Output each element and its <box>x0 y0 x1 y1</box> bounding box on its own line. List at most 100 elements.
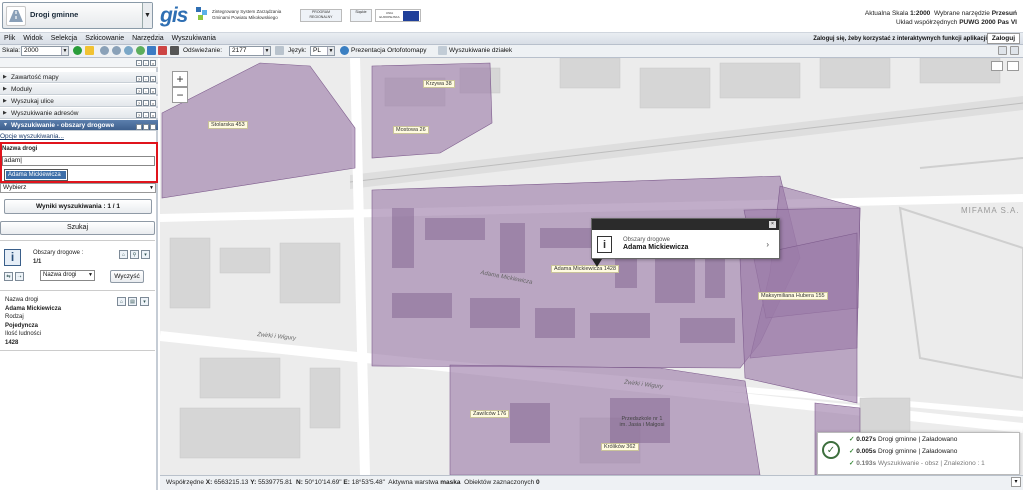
search-options-link[interactable]: Opcje wyszukiwania... <box>0 133 64 140</box>
suggestion-item[interactable]: Adama Mickiewicza <box>6 171 66 179</box>
table-icon[interactable]: ▤ <box>128 297 137 306</box>
field-select[interactable]: Nazwa drogi ▼ <box>40 270 95 281</box>
help-icon[interactable]: ? <box>136 124 142 130</box>
chevron-right-icon[interactable]: › <box>766 240 769 249</box>
help-icon[interactable]: ? <box>136 100 142 106</box>
minimize-icon[interactable]: − <box>136 60 142 66</box>
print-icon[interactable] <box>158 46 167 55</box>
restore-icon[interactable]: ▫ <box>143 124 149 130</box>
close-icon[interactable]: × <box>150 60 156 66</box>
login-button[interactable]: Zaloguj <box>986 33 1020 44</box>
menu-plik[interactable]: Plik <box>0 33 19 42</box>
zoom-full-icon[interactable] <box>124 46 133 55</box>
filter-select-value: Wybierz <box>3 184 27 191</box>
panel-wyszukiwanie-obszary[interactable]: ▼ Wyszukiwanie - obszary drogowe? ▫ × <box>0 120 158 131</box>
restore-icon[interactable]: ▫ <box>143 88 149 94</box>
suggestion-box: Adama Mickiewicza <box>4 169 68 181</box>
close-icon[interactable]: × <box>150 112 156 118</box>
clear-button[interactable]: Wyczyść <box>110 270 144 283</box>
zoom-in-icon[interactable] <box>100 46 109 55</box>
zoom-to-icon[interactable]: ⌂ <box>119 250 128 259</box>
restore-icon[interactable]: ▫ <box>143 60 149 66</box>
chevron-down-icon: ▼ <box>263 47 270 55</box>
slaskie-logo: Śląskie <box>350 9 372 22</box>
chevron-down-icon[interactable]: ▾ <box>141 250 150 259</box>
refresh-select[interactable]: 2177 ▼ <box>229 46 271 56</box>
ortho-button[interactable]: Prezentacja Ortofotomapy <box>351 46 427 56</box>
road-label[interactable]: Adama Mickiewicza 1428 <box>551 265 620 273</box>
chevron-down-icon: ▼ <box>61 47 68 55</box>
notification-status: Załadowano <box>921 448 958 455</box>
zoom-out-icon[interactable] <box>112 46 121 55</box>
info-icon[interactable] <box>73 46 82 55</box>
scale-select-value: 2000 <box>24 47 39 54</box>
menu-widok[interactable]: Widok <box>19 33 46 42</box>
check-icon: ✓ <box>849 448 855 455</box>
feature-popup[interactable]: × i Obszary drogowe Adama Mickiewicza › <box>591 218 780 259</box>
panel-wyszukaj-ulice[interactable]: ▶ Wyszukaj ulice? ▫ × <box>0 96 158 107</box>
swap-icon[interactable]: ⇆ <box>4 272 13 281</box>
scale-select[interactable]: 2000 ▼ <box>21 46 69 56</box>
restore-icon[interactable]: ▫ <box>143 76 149 82</box>
chevron-right-icon: ▶ <box>3 74 7 80</box>
module-select[interactable]: Drogi gminne ▼ <box>2 2 153 29</box>
notification-layer: Drogi gminne <box>877 448 917 455</box>
road-label[interactable]: Mostowa 26 <box>393 126 429 134</box>
notification-panel: ✓ ✓ 0.027s Drogi gminne | Załadowano ✓ 0… <box>817 432 1020 475</box>
ortho-icon[interactable] <box>340 46 349 55</box>
lang-select[interactable]: PL ▼ <box>310 46 335 56</box>
zoom-out-button[interactable]: − <box>172 87 188 103</box>
road-label[interactable]: Stolarska 453 <box>208 121 248 129</box>
layers-icon[interactable] <box>991 61 1003 71</box>
info-icon[interactable]: i <box>4 249 21 266</box>
pan-icon[interactable] <box>85 46 94 55</box>
close-icon[interactable]: × <box>150 100 156 106</box>
road-label[interactable]: Maksymiliana Hubera 155 <box>758 292 828 300</box>
road-name-input[interactable]: adam| <box>2 156 155 166</box>
layer-name: Obszary drogowe : <box>33 250 84 256</box>
chevron-down-icon[interactable]: ▾ <box>1011 477 1021 487</box>
road-label[interactable]: Zawilców 176 <box>470 410 510 418</box>
next-icon[interactable]: ➝ <box>15 272 24 281</box>
chevron-down-icon[interactable]: ▾ <box>140 297 149 306</box>
help-icon[interactable] <box>1010 46 1019 55</box>
panel-zawartosc-mapy[interactable]: ▶ Zawartość mapy? ▫ × <box>0 72 158 83</box>
restore-icon[interactable]: ▫ <box>143 100 149 106</box>
sidebar-topbar: − ▫ × <box>0 58 158 68</box>
parcel-search-button[interactable]: Wyszukiwanie działek <box>449 46 512 56</box>
camera-icon[interactable] <box>170 46 179 55</box>
tool-value: Przesuń <box>991 10 1017 17</box>
search-icon[interactable]: ⚲ <box>130 250 139 259</box>
help-icon[interactable]: ? <box>136 76 142 82</box>
restore-icon[interactable]: ▫ <box>143 112 149 118</box>
menu-narzedzia[interactable]: Narzędzia <box>128 33 168 42</box>
globe-icon[interactable] <box>136 46 145 55</box>
zoom-in-button[interactable]: + <box>172 71 188 87</box>
panel-wyszukiwanie-adresow[interactable]: ▶ Wyszukiwanie adresów? ▫ × <box>0 108 158 119</box>
road-label[interactable]: Krzywa 38 <box>423 80 455 88</box>
parcel-icon[interactable] <box>438 46 447 55</box>
close-icon[interactable]: × <box>150 124 156 130</box>
status-bar: Współrzędne X: 6563215.13 Y: 5539775.81 … <box>160 475 1023 490</box>
menu-selekcja[interactable]: Selekcja <box>47 33 81 42</box>
fullscreen-icon[interactable] <box>1007 61 1019 71</box>
close-icon[interactable]: × <box>769 221 776 228</box>
menu-wyszukiwania[interactable]: Wyszukiwania <box>168 33 220 42</box>
layer-count: 1/1 <box>33 259 42 265</box>
filter-select[interactable]: Wybierz ▼ <box>0 183 156 193</box>
panel-moduly[interactable]: ▶ Moduły? ▫ × <box>0 84 158 95</box>
keyboard-icon[interactable] <box>275 46 284 55</box>
chevron-down-icon[interactable]: ▼ <box>142 3 152 28</box>
notification-status: Załadowano <box>921 436 958 443</box>
menu-szkicowanie[interactable]: Szkicowanie <box>81 33 128 42</box>
close-icon[interactable]: × <box>150 76 156 82</box>
search-button[interactable]: Szukaj <box>0 221 155 235</box>
measure-icon[interactable] <box>147 46 156 55</box>
lang-label: Język: <box>288 47 307 54</box>
road-label[interactable]: Królików 362 <box>601 443 639 451</box>
help-icon[interactable]: ? <box>136 112 142 118</box>
zoom-to-icon[interactable]: ⌂ <box>117 297 126 306</box>
settings-icon[interactable] <box>998 46 1007 55</box>
close-icon[interactable]: × <box>150 88 156 94</box>
help-icon[interactable]: ? <box>136 88 142 94</box>
